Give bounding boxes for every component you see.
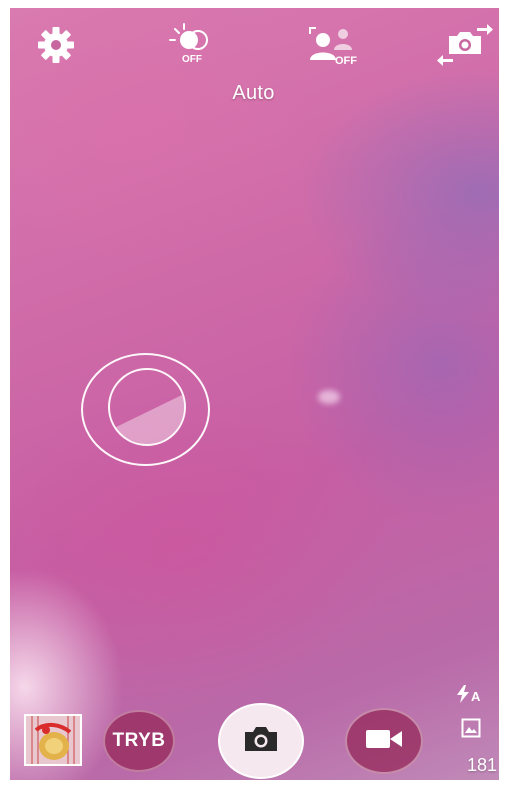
mode-button-label: TRYB <box>112 730 166 751</box>
focus-ring[interactable] <box>81 353 210 466</box>
camera-screen: OFF OFF Auto TRYB A 181 <box>0 0 507 789</box>
remaining-shots-count: 181 <box>466 755 497 775</box>
switch-camera-button[interactable] <box>437 22 495 73</box>
flash-mode-label: A <box>471 688 481 704</box>
face-detect-state-label: OFF <box>335 55 357 67</box>
hdr-toggle-button[interactable]: OFF <box>165 22 221 72</box>
face-detection-button[interactable]: OFF <box>306 22 362 72</box>
camera-mode-label: Auto <box>232 82 275 104</box>
shutter-button[interactable] <box>218 703 304 779</box>
mode-button[interactable]: TRYB <box>103 710 175 772</box>
flash-icon <box>457 684 469 708</box>
status-indicators: A 181 <box>449 684 497 780</box>
face-detection-icon: OFF <box>304 20 364 75</box>
bottom-controls: TRYB <box>0 700 507 780</box>
gallery-thumbnail[interactable] <box>24 714 82 766</box>
focus-exposure-icon <box>108 368 186 446</box>
hdr-state-label: OFF <box>182 54 202 65</box>
gear-icon <box>35 24 77 71</box>
video-camera-icon <box>365 728 403 755</box>
image-storage-icon <box>461 718 481 743</box>
camera-icon <box>243 725 279 758</box>
record-video-button[interactable] <box>345 708 423 774</box>
settings-button[interactable] <box>28 22 84 72</box>
flash-indicator: A <box>457 684 497 708</box>
lens-highlight <box>318 390 340 404</box>
hdr-toggle-icon: OFF <box>165 20 221 75</box>
switch-camera-icon <box>437 22 495 73</box>
